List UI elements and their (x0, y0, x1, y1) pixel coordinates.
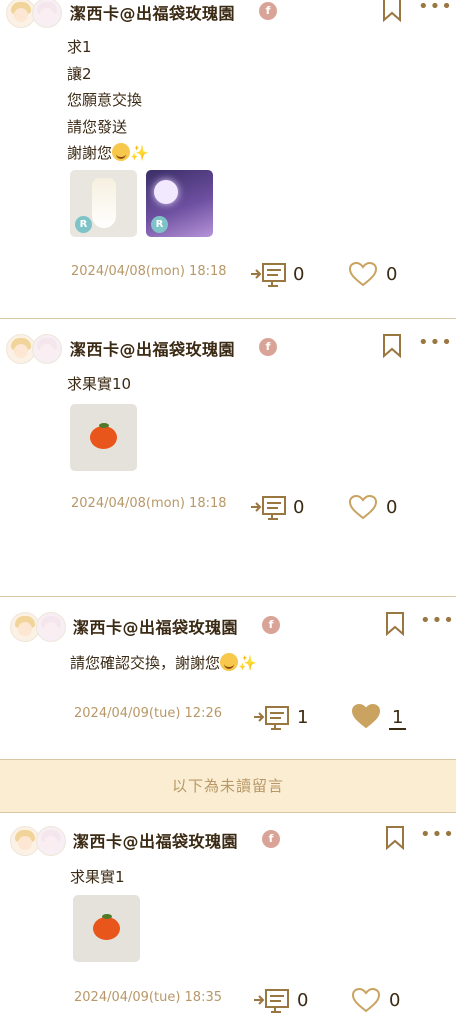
bookmark-icon[interactable] (382, 334, 402, 358)
message-line: 求果實10 (67, 375, 132, 393)
post-date: 2024/04/08(mon) 18:18 (71, 496, 227, 511)
avatar[interactable] (32, 334, 62, 364)
avatar[interactable] (32, 0, 62, 28)
post-divider (0, 318, 456, 319)
wedding-dress-item-image[interactable]: R (70, 170, 137, 237)
bookmark-icon[interactable] (385, 612, 405, 636)
persimmon-icon (93, 914, 120, 940)
message-line: 您願意交換 (67, 91, 143, 109)
message-line-text: 謝謝您 (67, 144, 113, 162)
smiling-face-emoji-icon (112, 143, 131, 161)
f-badge-icon: f (262, 616, 280, 634)
avatar-group[interactable] (10, 612, 68, 642)
avatar[interactable] (36, 826, 66, 856)
message-line-text: 請您確認交換，謝謝您 (70, 654, 221, 672)
f-badge-icon: f (259, 338, 277, 356)
bookmark-icon[interactable] (385, 826, 405, 850)
username[interactable]: 潔西卡@出福袋玫瑰園 (70, 336, 235, 360)
heart-icon[interactable] (351, 987, 381, 1013)
rarity-badge: R (151, 216, 168, 233)
heart-icon[interactable] (348, 261, 378, 287)
rarity-badge: R (75, 216, 92, 233)
message-text: 求1 讓2 您願意交換 請您發送 謝謝您 ✨ (67, 34, 149, 167)
more-options-icon[interactable]: ••• (418, 0, 452, 20)
comment-count: 1 (297, 707, 309, 728)
username[interactable]: 潔西卡@出福袋玫瑰園 (70, 0, 235, 24)
f-badge-icon: f (259, 2, 277, 20)
sparkles-emoji-icon: ✨ (238, 654, 257, 672)
persimmon-item-image[interactable] (70, 404, 137, 471)
moon-night-item-image[interactable]: R (146, 170, 213, 237)
bookmark-icon[interactable] (382, 0, 402, 22)
message-line: 讓2 (67, 64, 92, 83)
post-divider (0, 596, 456, 597)
heart-icon[interactable] (348, 494, 378, 520)
like-count[interactable]: 1 (389, 707, 407, 730)
like-count[interactable]: 0 (386, 264, 397, 285)
comment-count: 0 (293, 497, 305, 518)
comment-count: 0 (293, 264, 305, 285)
message-line: 請您發送 (67, 117, 128, 136)
smiling-face-emoji-icon (220, 653, 239, 671)
reply-comment-icon[interactable] (253, 704, 291, 730)
like-count[interactable]: 0 (389, 990, 400, 1011)
message-line: 求1 (67, 38, 92, 56)
avatar-group[interactable] (6, 0, 64, 28)
reply-comment-icon[interactable] (250, 494, 288, 520)
post-date: 2024/04/08(mon) 18:18 (71, 264, 227, 279)
persimmon-item-image[interactable] (73, 895, 140, 962)
avatar-group[interactable] (6, 334, 64, 364)
reply-comment-icon[interactable] (250, 261, 288, 287)
like-count[interactable]: 0 (386, 497, 397, 518)
message-text: 請您確認交換，謝謝您 ✨ (70, 650, 257, 677)
username[interactable]: 潔西卡@出福袋玫瑰園 (73, 828, 238, 852)
heart-filled-icon[interactable] (351, 703, 381, 729)
avatar-group[interactable] (10, 826, 68, 856)
unread-comments-divider: 以下為未讀留言 (0, 759, 456, 813)
message-text: 求果實1 (70, 864, 125, 891)
message-line: 請您確認交換，謝謝您 ✨ (70, 650, 257, 677)
wedding-dress-icon (92, 178, 116, 228)
message-line: 謝謝您 ✨ (67, 140, 149, 167)
avatar[interactable] (36, 612, 66, 642)
persimmon-icon (90, 423, 117, 449)
f-badge-icon: f (262, 830, 280, 848)
more-options-icon[interactable]: ••• (418, 334, 452, 356)
username[interactable]: 潔西卡@出福袋玫瑰園 (73, 614, 238, 638)
unread-divider-label: 以下為未讀留言 (171, 777, 284, 795)
moon-icon (154, 180, 178, 204)
more-options-icon[interactable]: ••• (420, 826, 454, 848)
more-options-icon[interactable]: ••• (420, 612, 454, 634)
reply-comment-icon[interactable] (253, 987, 291, 1013)
comment-count: 0 (297, 990, 309, 1011)
message-text: 求果實10 (67, 371, 131, 398)
sparkles-emoji-icon: ✨ (130, 144, 149, 162)
post-date: 2024/04/09(tue) 12:26 (74, 706, 223, 721)
post-date: 2024/04/09(tue) 18:35 (74, 990, 223, 1005)
message-line: 求果實1 (70, 868, 125, 886)
